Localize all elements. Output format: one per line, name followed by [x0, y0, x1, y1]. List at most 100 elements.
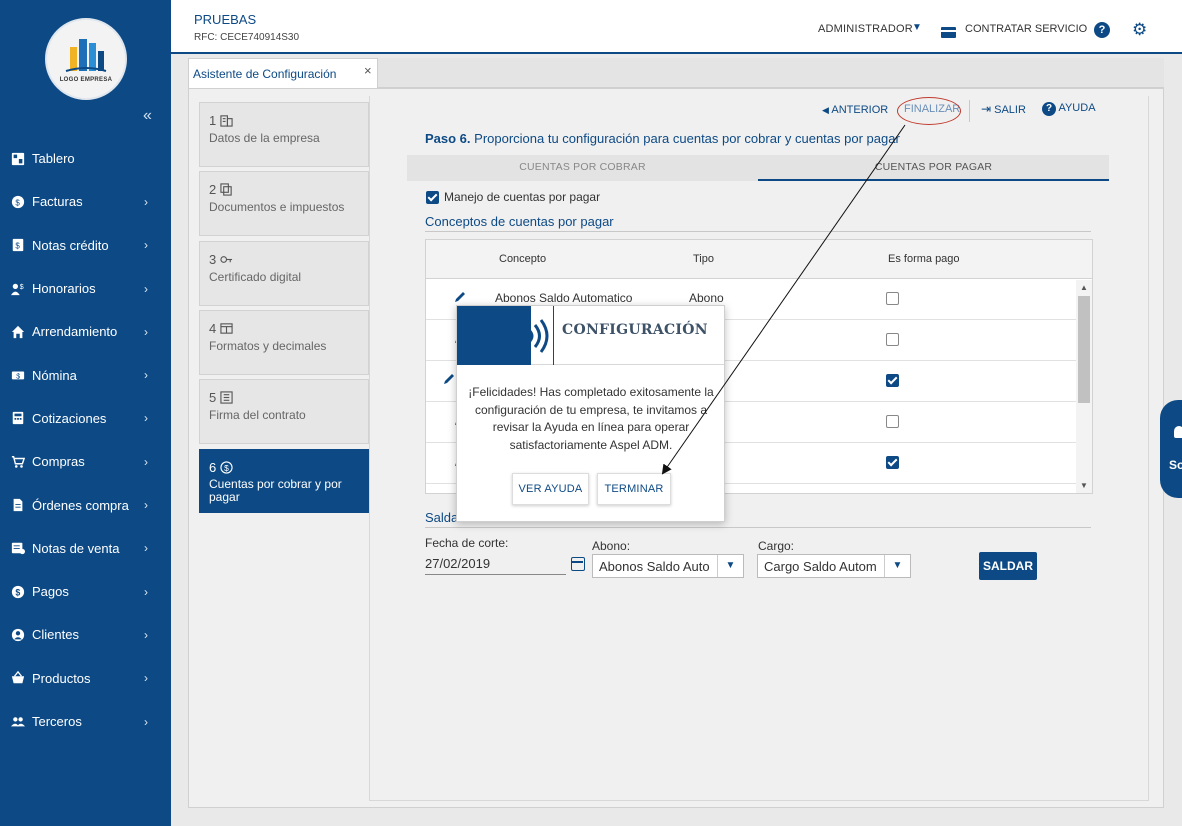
ayuda-button[interactable]: ? AYUDA	[1042, 102, 1096, 116]
dashboard-icon	[10, 151, 26, 167]
chevron-right-icon: ›	[144, 541, 148, 556]
cart-icon	[10, 454, 26, 470]
sidebar-item-label: Terceros	[32, 714, 82, 729]
home-icon	[10, 324, 26, 340]
ayuda-label: AYUDA	[1058, 102, 1096, 114]
tab-cuentas-por-cobrar[interactable]: CUENTAS POR COBRAR	[407, 155, 758, 181]
sidebar-item-label: Notas de venta	[32, 540, 120, 556]
chevron-right-icon: ›	[144, 584, 148, 599]
close-icon[interactable]: ×	[364, 63, 372, 78]
basket-icon	[10, 670, 26, 686]
chevron-down-icon[interactable]: ▼	[884, 555, 910, 577]
manejo-cuentas-checkbox-row[interactable]: Manejo de cuentas por pagar	[426, 190, 600, 204]
sidebar-item-nomina[interactable]: $ Nómina ›	[0, 353, 171, 396]
step-firma-contrato[interactable]: 5 Firma del contrato	[199, 379, 369, 444]
help-icon[interactable]: ?	[1094, 22, 1110, 38]
scrollbar-thumb[interactable]	[1078, 296, 1090, 403]
header-tipo: Tipo	[693, 253, 714, 265]
salir-button[interactable]: ⇥ SALIR	[981, 102, 1026, 116]
modal-header-divider	[553, 306, 554, 365]
forma-pago-checkbox[interactable]	[886, 456, 899, 469]
sidebar-item-arrendamiento[interactable]: Arrendamiento ›	[0, 310, 171, 353]
step-label: Cuentas por cobrar y por pagar	[209, 477, 342, 504]
forma-pago-checkbox[interactable]	[886, 333, 899, 346]
building-icon	[220, 115, 233, 127]
abono-value: Abonos Saldo Auto	[599, 559, 710, 574]
scroll-down-icon[interactable]: ▼	[1080, 481, 1088, 490]
sidebar-item-cotizaciones[interactable]: Cotizaciones ›	[0, 397, 171, 440]
sidebar-item-facturas[interactable]: $ Facturas ›	[0, 180, 171, 223]
copy-icon	[220, 183, 232, 196]
step-certificado-digital[interactable]: 3 Certificado digital	[199, 241, 369, 306]
tab-asistente[interactable]: Asistente de Configuración ×	[188, 58, 378, 88]
gear-icon[interactable]: ⚙	[1132, 20, 1147, 40]
sidebar-item-tablero[interactable]: Tablero	[0, 137, 171, 180]
document-icon	[10, 497, 26, 513]
cargo-select[interactable]: Cargo Saldo Autom ▼	[757, 554, 911, 578]
sidebar-item-label: Cotizaciones	[32, 410, 107, 426]
ver-ayuda-button[interactable]: VER AYUDA	[512, 473, 589, 505]
modal-brand-band	[457, 306, 531, 365]
chevron-down-icon[interactable]: ▼	[717, 555, 743, 577]
step-number: 6	[209, 460, 217, 475]
company-logo: LOGO EMPRESA	[45, 18, 127, 100]
cargo-label: Cargo:	[758, 539, 795, 553]
sidebar-item-clientes[interactable]: Clientes ›	[0, 613, 171, 656]
sidebar-item-notas-de-venta[interactable]: Notas de venta ›	[0, 527, 171, 570]
abono-label: Abono:	[592, 539, 631, 553]
step-documentos-impuestos[interactable]: 2 Documentos e impuestos	[199, 171, 369, 236]
sidebar-item-compras[interactable]: Compras ›	[0, 440, 171, 483]
manejo-cuentas-checkbox[interactable]	[426, 190, 439, 204]
forma-pago-checkbox[interactable]	[886, 292, 899, 305]
calendar-icon[interactable]	[571, 557, 585, 571]
chevron-right-icon: ›	[144, 281, 148, 296]
caret-down-icon[interactable]: ▼	[912, 22, 922, 33]
edit-pencil-icon[interactable]	[453, 290, 467, 304]
step-datos-empresa[interactable]: 1 Datos de la empresa	[199, 102, 369, 167]
table-scrollbar[interactable]: ▲ ▼	[1076, 280, 1092, 493]
contract-service-link[interactable]: CONTRATAR SERVICIO	[965, 23, 1087, 35]
forma-pago-checkbox[interactable]	[886, 374, 899, 387]
step-number: 2	[209, 182, 217, 197]
support-side-tab[interactable]: So	[1160, 400, 1182, 498]
edit-pencil-icon[interactable]	[442, 372, 456, 386]
sidebar-item-terceros[interactable]: Terceros ›	[0, 700, 171, 743]
anterior-button[interactable]: ◀ ANTERIOR	[822, 104, 888, 116]
svg-text:$: $	[15, 198, 20, 207]
chevron-right-icon: ›	[144, 194, 148, 209]
help-circle-icon: ?	[1042, 102, 1056, 116]
sidebar-item-pagos[interactable]: $ Pagos ›	[0, 570, 171, 613]
cell-concepto: Abonos Saldo Automatico	[495, 291, 633, 305]
sidebar-item-productos[interactable]: Productos ›	[0, 657, 171, 700]
invoice-icon: $	[10, 194, 26, 210]
chevron-right-icon: ›	[144, 454, 148, 469]
user-menu[interactable]: ADMINISTRADOR	[818, 23, 913, 35]
step-label: Datos de la empresa	[209, 131, 320, 145]
credit-card-icon[interactable]	[941, 27, 956, 38]
terminar-button[interactable]: TERMINAR	[597, 473, 671, 505]
chevron-right-icon: ›	[144, 671, 148, 686]
manejo-cuentas-label: Manejo de cuentas por pagar	[444, 190, 601, 204]
step-formatos-decimales[interactable]: 4 Formatos y decimales	[199, 310, 369, 375]
abono-select[interactable]: Abonos Saldo Auto ▼	[592, 554, 744, 578]
step-label: Certificado digital	[209, 270, 302, 284]
fees-icon: $	[10, 281, 26, 297]
key-icon	[220, 256, 233, 263]
step-heading-prefix: Paso 6.	[425, 131, 471, 146]
sidebar-item-notas-credito[interactable]: $ Notas crédito ›	[0, 224, 171, 267]
conceptos-title: Conceptos de cuentas por pagar	[425, 214, 1091, 232]
chevron-right-icon: ›	[144, 368, 148, 383]
sidebar-item-honorarios[interactable]: $ Honorarios ›	[0, 267, 171, 310]
step-heading-text: Proporciona tu configuración para cuenta…	[470, 131, 900, 146]
accounts-subtabs: CUENTAS POR COBRAR CUENTAS POR PAGAR	[407, 155, 1109, 181]
tab-cuentas-por-pagar[interactable]: CUENTAS POR PAGAR	[758, 155, 1109, 181]
svg-text:$: $	[16, 374, 20, 381]
sidebar-item-ordenes-compra[interactable]: Órdenes compra ›	[0, 483, 171, 526]
forma-pago-checkbox[interactable]	[886, 415, 899, 428]
step-cuentas-cobrar-pagar[interactable]: 6 $ Cuentas por cobrar y por pagar	[199, 449, 369, 513]
saldar-button[interactable]: SALDAR	[979, 552, 1037, 580]
collapse-sidebar-button[interactable]: «	[143, 107, 152, 125]
scroll-up-icon[interactable]: ▲	[1080, 283, 1088, 292]
fecha-corte-input[interactable]: 27/02/2019	[425, 556, 566, 575]
header-concepto: Concepto	[499, 253, 547, 265]
